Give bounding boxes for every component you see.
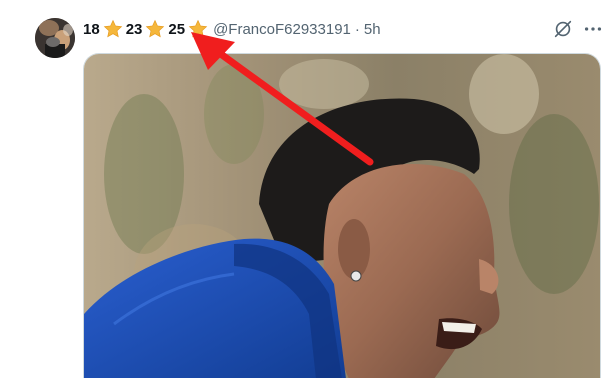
display-name-number-3: 25 <box>168 20 186 38</box>
user-handle[interactable]: @FrancoF62933191 <box>213 21 351 38</box>
photo-image <box>84 54 600 378</box>
star-icon <box>188 19 208 39</box>
display-name-number-2: 23 <box>125 20 143 38</box>
avatar-image <box>35 18 75 58</box>
display-name-number-1: 18 <box>83 20 100 38</box>
avatar[interactable] <box>35 18 75 58</box>
display-name[interactable]: 18 23 25 <box>83 19 211 39</box>
timestamp[interactable]: 5h <box>364 21 381 38</box>
more-dots-icon[interactable] <box>582 18 604 40</box>
star-icon <box>145 19 165 39</box>
grok-icon[interactable] <box>552 18 574 40</box>
star-icon <box>103 19 123 39</box>
tweet-header: 18 23 25 @FrancoF62933191 · 5h <box>83 18 381 40</box>
separator-dot: · <box>354 20 360 38</box>
tweet: 18 23 25 @FrancoF62933191 · 5h <box>0 0 610 378</box>
tweet-media-photo[interactable] <box>83 53 601 378</box>
